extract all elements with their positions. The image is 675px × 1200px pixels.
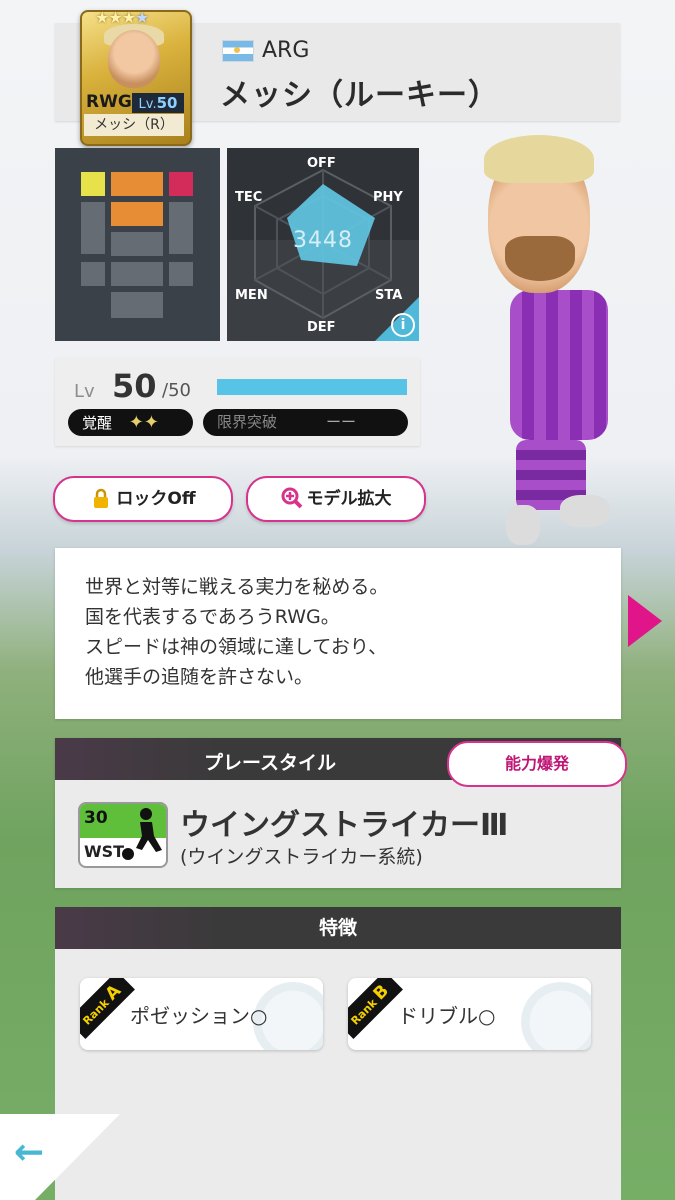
playstyle-icon: 30 WST [78, 802, 168, 868]
level-max: /50 [162, 380, 191, 401]
pos-cell [169, 202, 193, 254]
pos-cell [111, 262, 163, 286]
argentina-flag-icon [222, 40, 254, 62]
zoom-plus-icon [281, 487, 302, 509]
playstyle-level: 30 [84, 808, 108, 828]
overall-score: 3448 [293, 228, 353, 253]
ability-burst-button[interactable]: 能力爆発 [447, 741, 627, 787]
pos-cell [81, 262, 105, 286]
back-arrow-icon[interactable]: ← [14, 1132, 44, 1173]
player-name: メッシ（ルーキー） [220, 78, 499, 113]
striker-silhouette-icon [122, 808, 162, 860]
next-arrow-icon[interactable] [628, 595, 662, 647]
features-header: 特徴 [55, 907, 621, 949]
feature-card[interactable]: Rank B ドリブル○ [348, 978, 591, 1050]
features-section [55, 907, 621, 1200]
lock-toggle-button[interactable]: ロックOff [53, 476, 233, 522]
player-model-shoe [506, 505, 540, 545]
description-line: 世界と対等に戦える実力を秘める。 [85, 576, 389, 598]
model-zoom-button[interactable]: モデル拡大 [246, 476, 426, 522]
info-icon[interactable]: i [391, 313, 415, 337]
player-country: ARG [262, 38, 310, 63]
awakening-stars: ✦✦ [128, 412, 159, 433]
description-line: スピードは神の領域に達しており、 [85, 636, 388, 658]
pos-cell [81, 202, 105, 254]
rarity-stars: ★★★★ [95, 8, 149, 27]
player-model-body [510, 290, 608, 440]
description-line: 他選手の追随を許さない。 [85, 666, 314, 688]
radar-label-off: OFF [307, 156, 336, 171]
playstyle-tag: WST [84, 842, 125, 861]
player-description: 世界と対等に戦える実力を秘める。 国を代表するであろうRWG。 スピードは神の領… [55, 548, 621, 719]
level-progress-bar [217, 379, 407, 395]
player-model-beard [505, 236, 575, 281]
soccer-ball-icon [521, 982, 591, 1050]
feature-label: ポゼッション○ [130, 1004, 268, 1028]
feature-card[interactable]: Rank A ポゼッション○ [80, 978, 323, 1050]
playstyle-subtitle: (ウイングストライカー系統) [180, 846, 423, 868]
rank-badge: Rank A [80, 978, 135, 1039]
level-value: 50 [112, 367, 157, 405]
feature-label: ドリブル○ [398, 1004, 496, 1028]
card-portrait [108, 30, 160, 88]
pos-cell-cf [111, 172, 163, 196]
radar-label-phy: PHY [373, 190, 403, 205]
pos-cell-rwg [169, 172, 193, 196]
description-line: 国を代表するであろうRWG。 [85, 606, 340, 628]
card-position: RWG [86, 92, 132, 112]
limit-break-badge: 限界突破 [203, 409, 408, 436]
level-label: Lv [74, 381, 95, 402]
radar-label-men: MEN [235, 288, 268, 303]
playstyle-name: ウイングストライカーⅢ [180, 808, 509, 843]
radar-label-def: DEF [307, 320, 336, 335]
card-level: Lv.50 [132, 93, 184, 113]
limit-break-value: ーー [326, 413, 357, 431]
awakening-badge: 覚醒 ✦✦ [68, 409, 193, 436]
radar-label-tec: TEC [235, 190, 263, 205]
stats-radar[interactable]: OFF TEC PHY MEN STA DEF 3448 i [227, 148, 419, 341]
card-player-name: メッシ（R） [84, 114, 184, 136]
player-model-shoe [560, 495, 610, 527]
pos-cell-lwg [81, 172, 105, 196]
player-model-hair [484, 135, 594, 183]
rank-badge: Rank B [348, 978, 403, 1039]
lock-icon [94, 488, 109, 508]
pos-cell [111, 292, 163, 318]
pos-cell [169, 262, 193, 286]
pos-cell-om [111, 202, 163, 226]
position-map [55, 148, 220, 341]
level-progress-fill [217, 379, 407, 395]
pos-cell [111, 232, 163, 256]
